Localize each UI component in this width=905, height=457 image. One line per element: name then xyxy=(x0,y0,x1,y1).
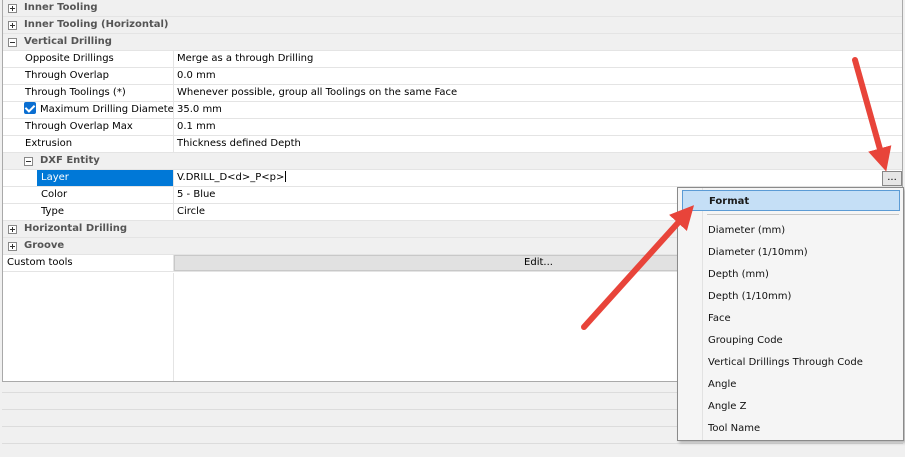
menu-item[interactable]: Grouping Code xyxy=(682,330,900,351)
menu-item[interactable]: Diameter (1/10mm) xyxy=(682,242,900,263)
category-label: Groove xyxy=(24,240,65,251)
menu-separator xyxy=(707,214,899,215)
category-vertical-drilling[interactable]: Vertical Drilling xyxy=(3,34,902,51)
text-caret xyxy=(285,171,287,182)
expand-icon[interactable] xyxy=(8,242,17,251)
property-name: Through Toolings (*) xyxy=(21,85,174,101)
property-name: Opposite Drillings xyxy=(21,51,174,67)
category-label: DXF Entity xyxy=(40,155,100,166)
divider xyxy=(2,443,903,444)
property-value: V.DRILL_D<d>_P<p> xyxy=(177,172,285,183)
property-layer[interactable]: Layer V.DRILL_D<d>_P<p> ... xyxy=(3,170,902,187)
category-inner-tooling-horizontal[interactable]: Inner Tooling (Horizontal) xyxy=(3,17,902,34)
category-label: Vertical Drilling xyxy=(24,36,112,47)
menu-item[interactable]: Vertical Drillings Through Code xyxy=(682,352,900,373)
property-value[interactable]: 5 - Blue xyxy=(174,187,215,203)
collapse-icon[interactable] xyxy=(24,157,33,166)
property-through-overlap-max[interactable]: Through Overlap Max 0.1 mm xyxy=(3,119,902,136)
menu-item[interactable]: Face xyxy=(682,308,900,329)
grid-name-column xyxy=(3,273,174,381)
menu-item[interactable]: Depth (mm) xyxy=(682,264,900,285)
category-label: Inner Tooling (Horizontal) xyxy=(24,19,169,30)
category-label: Horizontal Drilling xyxy=(24,223,128,234)
property-value[interactable]: 0.1 mm xyxy=(174,119,216,135)
property-name-with-checkbox: Maximum Drilling Diameter xyxy=(21,102,174,118)
property-name: Type xyxy=(37,204,174,220)
collapse-icon[interactable] xyxy=(8,38,17,47)
checkbox-checked-icon[interactable] xyxy=(24,102,36,114)
category-dxf-entity[interactable]: DXF Entity xyxy=(3,153,902,170)
category-inner-tooling[interactable]: Inner Tooling xyxy=(3,0,902,17)
property-name: Extrusion xyxy=(21,136,174,152)
property-name: Through Overlap Max xyxy=(21,119,174,135)
ellipsis-button[interactable]: ... xyxy=(882,171,902,186)
category-label: Inner Tooling xyxy=(24,2,98,13)
property-extrusion[interactable]: Extrusion Thickness defined Depth xyxy=(3,136,902,153)
menu-item[interactable]: Angle xyxy=(682,374,900,395)
property-name: Color xyxy=(37,187,174,203)
menu-item[interactable]: Tool Name xyxy=(682,418,900,439)
property-value[interactable]: Thickness defined Depth xyxy=(174,136,301,152)
expand-icon[interactable] xyxy=(8,225,17,234)
property-value[interactable]: 0.0 mm xyxy=(174,68,216,84)
property-value[interactable]: 35.0 mm xyxy=(174,102,222,118)
expand-icon[interactable] xyxy=(8,21,17,30)
menu-item[interactable]: Diameter (mm) xyxy=(682,220,900,241)
menu-item-format[interactable]: Format xyxy=(682,190,900,211)
expand-icon[interactable] xyxy=(8,4,17,13)
property-value[interactable]: Merge as a through Drilling xyxy=(174,51,313,67)
property-max-drilling-diameter[interactable]: Maximum Drilling Diameter 35.0 mm xyxy=(3,102,902,119)
layer-value-input[interactable]: V.DRILL_D<d>_P<p> xyxy=(174,170,287,186)
property-through-overlap[interactable]: Through Overlap 0.0 mm xyxy=(3,68,902,85)
property-through-toolings[interactable]: Through Toolings (*) Whenever possible, … xyxy=(3,85,902,102)
menu-item[interactable]: Depth (1/10mm) xyxy=(682,286,900,307)
property-name: Layer xyxy=(37,170,174,186)
property-name: Custom tools xyxy=(3,255,174,271)
menu-item[interactable]: Angle Z xyxy=(682,396,900,417)
property-name: Through Overlap xyxy=(21,68,174,84)
property-value[interactable]: Whenever possible, group all Toolings on… xyxy=(174,85,457,101)
format-dropdown-menu: Format Diameter (mm) Diameter (1/10mm) D… xyxy=(677,187,904,441)
property-name: Maximum Drilling Diameter xyxy=(40,104,174,115)
property-value[interactable]: Circle xyxy=(174,204,205,220)
property-opposite-drillings[interactable]: Opposite Drillings Merge as a through Dr… xyxy=(3,51,902,68)
